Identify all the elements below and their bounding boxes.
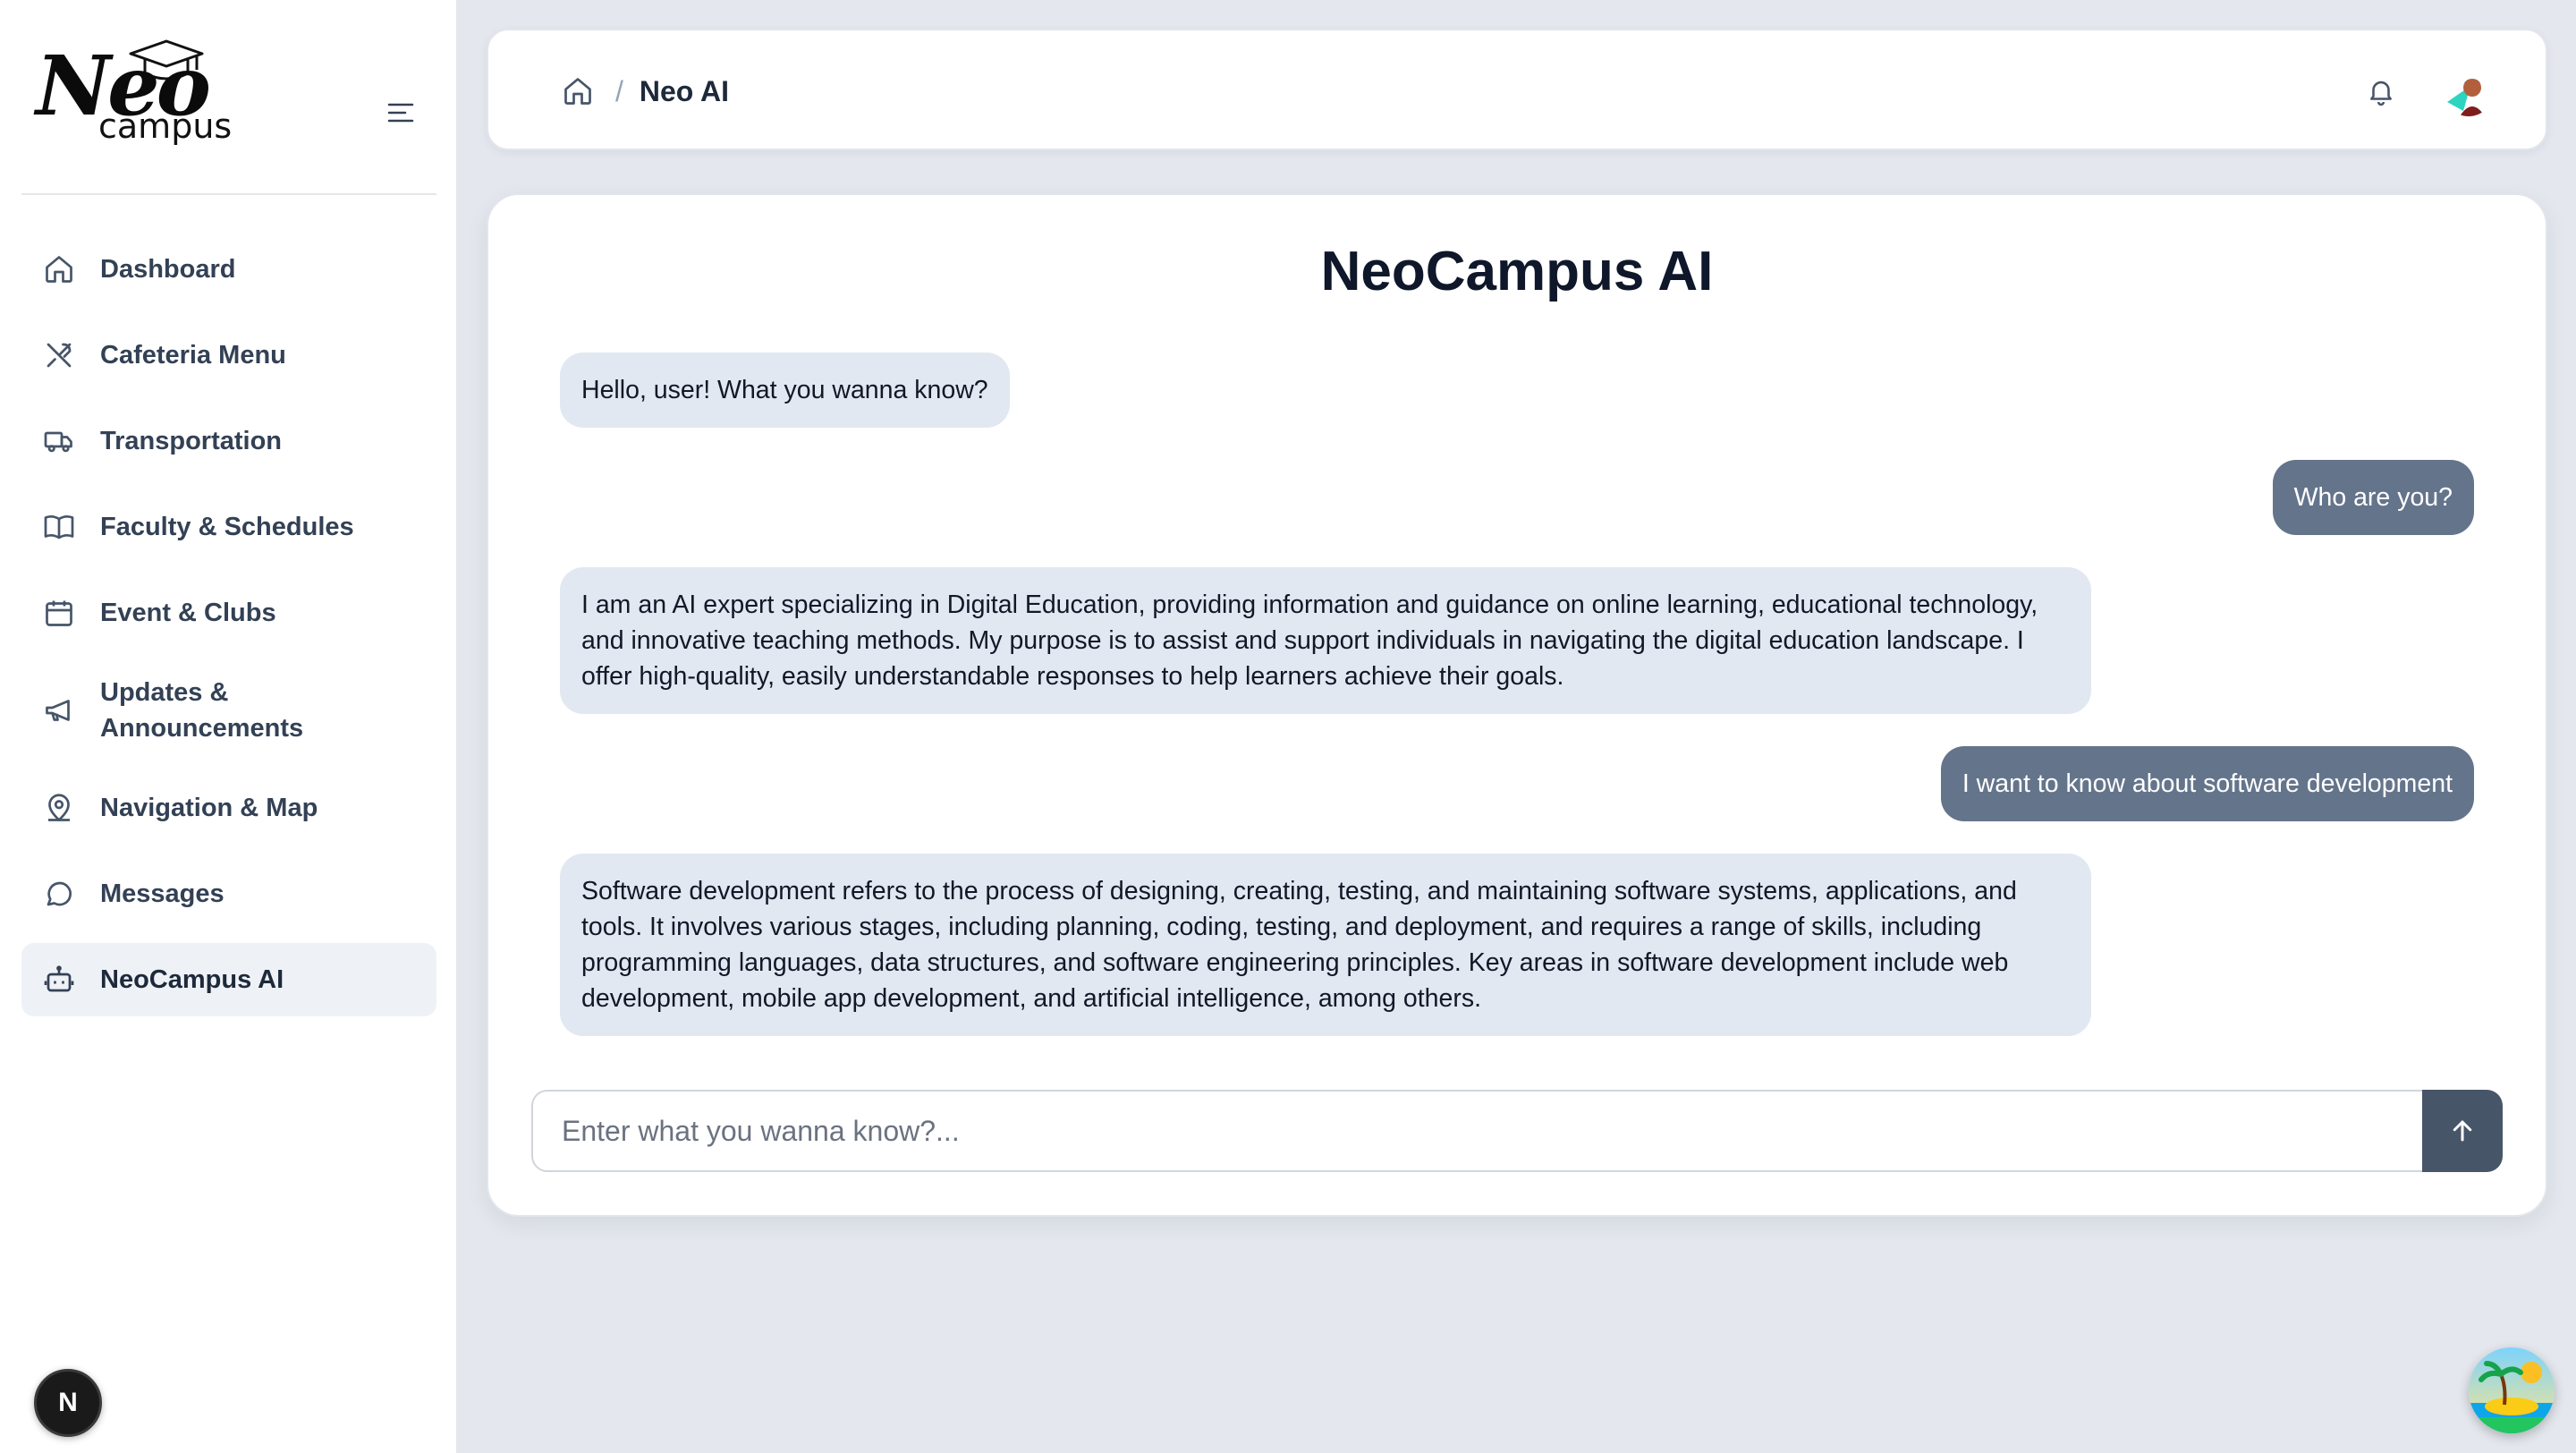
- breadcrumb-home-link[interactable]: [560, 73, 596, 109]
- sidebar-item-label: NeoCampus AI: [100, 965, 284, 994]
- map-pin-icon: [41, 790, 77, 826]
- ai-message: I am an AI expert specializing in Digita…: [560, 567, 2091, 714]
- menu-icon: [387, 103, 414, 123]
- sidebar-item-label: Updates & Announcements: [100, 678, 304, 743]
- chat-input-container: [531, 1090, 2503, 1172]
- island-icon: [2469, 1347, 2555, 1433]
- calendar-icon: [41, 595, 77, 631]
- sidebar-item-navigation-map[interactable]: Navigation & Map: [21, 771, 436, 845]
- dev-tools-badge[interactable]: N: [34, 1369, 102, 1437]
- user-message: I want to know about software developmen…: [1940, 746, 2474, 821]
- breadcrumb-current-page: Neo AI: [639, 74, 730, 107]
- user-message: Who are you?: [2272, 460, 2474, 535]
- chat-title: NeoCampus AI: [1320, 241, 1714, 302]
- sidebar-item-cafeteria-menu[interactable]: Cafeteria Menu: [21, 319, 436, 392]
- top-header: / Neo AI: [487, 29, 2547, 150]
- avatar-image: [2444, 66, 2494, 116]
- sidebar-item-label: Cafeteria Menu: [100, 341, 286, 370]
- megaphone-icon: [41, 693, 77, 728]
- bot-icon: [41, 962, 77, 998]
- home-icon: [41, 251, 77, 287]
- book-icon: [41, 509, 77, 545]
- home-icon: [564, 78, 591, 105]
- sidebar-item-label: Dashboard: [100, 255, 236, 284]
- breadcrumb-separator: /: [615, 74, 623, 107]
- sidebar-nav: Dashboard Cafeteria Menu Transportation …: [21, 233, 436, 1029]
- neocampus-logo[interactable]: Neo campus: [36, 39, 242, 156]
- logo-subtitle: campus: [98, 106, 233, 146]
- sidebar: Neo campus Dashboard Cafeteria Menu Tran…: [0, 0, 458, 1453]
- sidebar-item-updates-announcements[interactable]: Updates & Announcements: [21, 662, 436, 759]
- dev-badge-letter: N: [58, 1388, 78, 1417]
- sidebar-item-messages[interactable]: Messages: [21, 857, 436, 930]
- arrow-up-icon: [2453, 1120, 2472, 1142]
- sidebar-item-label: Navigation & Map: [100, 794, 318, 822]
- breadcrumb: / Neo AI: [560, 30, 729, 152]
- user-avatar[interactable]: [2444, 66, 2494, 116]
- sidebar-item-label: Faculty & Schedules: [100, 513, 354, 541]
- sidebar-item-neocampus-ai[interactable]: NeoCampus AI: [21, 943, 436, 1016]
- notifications-button[interactable]: [2361, 72, 2401, 111]
- bell-icon: [2370, 81, 2392, 106]
- sidebar-item-transportation[interactable]: Transportation: [21, 404, 436, 478]
- floating-assistant-button[interactable]: [2469, 1347, 2555, 1433]
- sidebar-item-label: Event & Clubs: [100, 599, 276, 627]
- sidebar-item-dashboard[interactable]: Dashboard: [21, 233, 436, 306]
- chat-input[interactable]: [533, 1092, 2424, 1170]
- sidebar-item-label: Transportation: [100, 427, 283, 455]
- sidebar-item-faculty-schedules[interactable]: Faculty & Schedules: [21, 490, 436, 564]
- ai-message: Hello, user! What you wanna know?: [560, 353, 1010, 428]
- sidebar-item-label: Messages: [100, 879, 225, 908]
- sidebar-divider: [21, 193, 436, 195]
- utensils-icon: [41, 337, 77, 373]
- send-button[interactable]: [2422, 1090, 2503, 1172]
- chat-bubble-icon: [41, 876, 77, 912]
- chat-panel: NeoCampus AI Hello, user! What you wanna…: [487, 193, 2547, 1217]
- ai-message: Software development refers to the proce…: [560, 854, 2091, 1036]
- truck-icon: [41, 423, 77, 459]
- sidebar-item-event-clubs[interactable]: Event & Clubs: [21, 576, 436, 650]
- menu-toggle-button[interactable]: [385, 97, 417, 129]
